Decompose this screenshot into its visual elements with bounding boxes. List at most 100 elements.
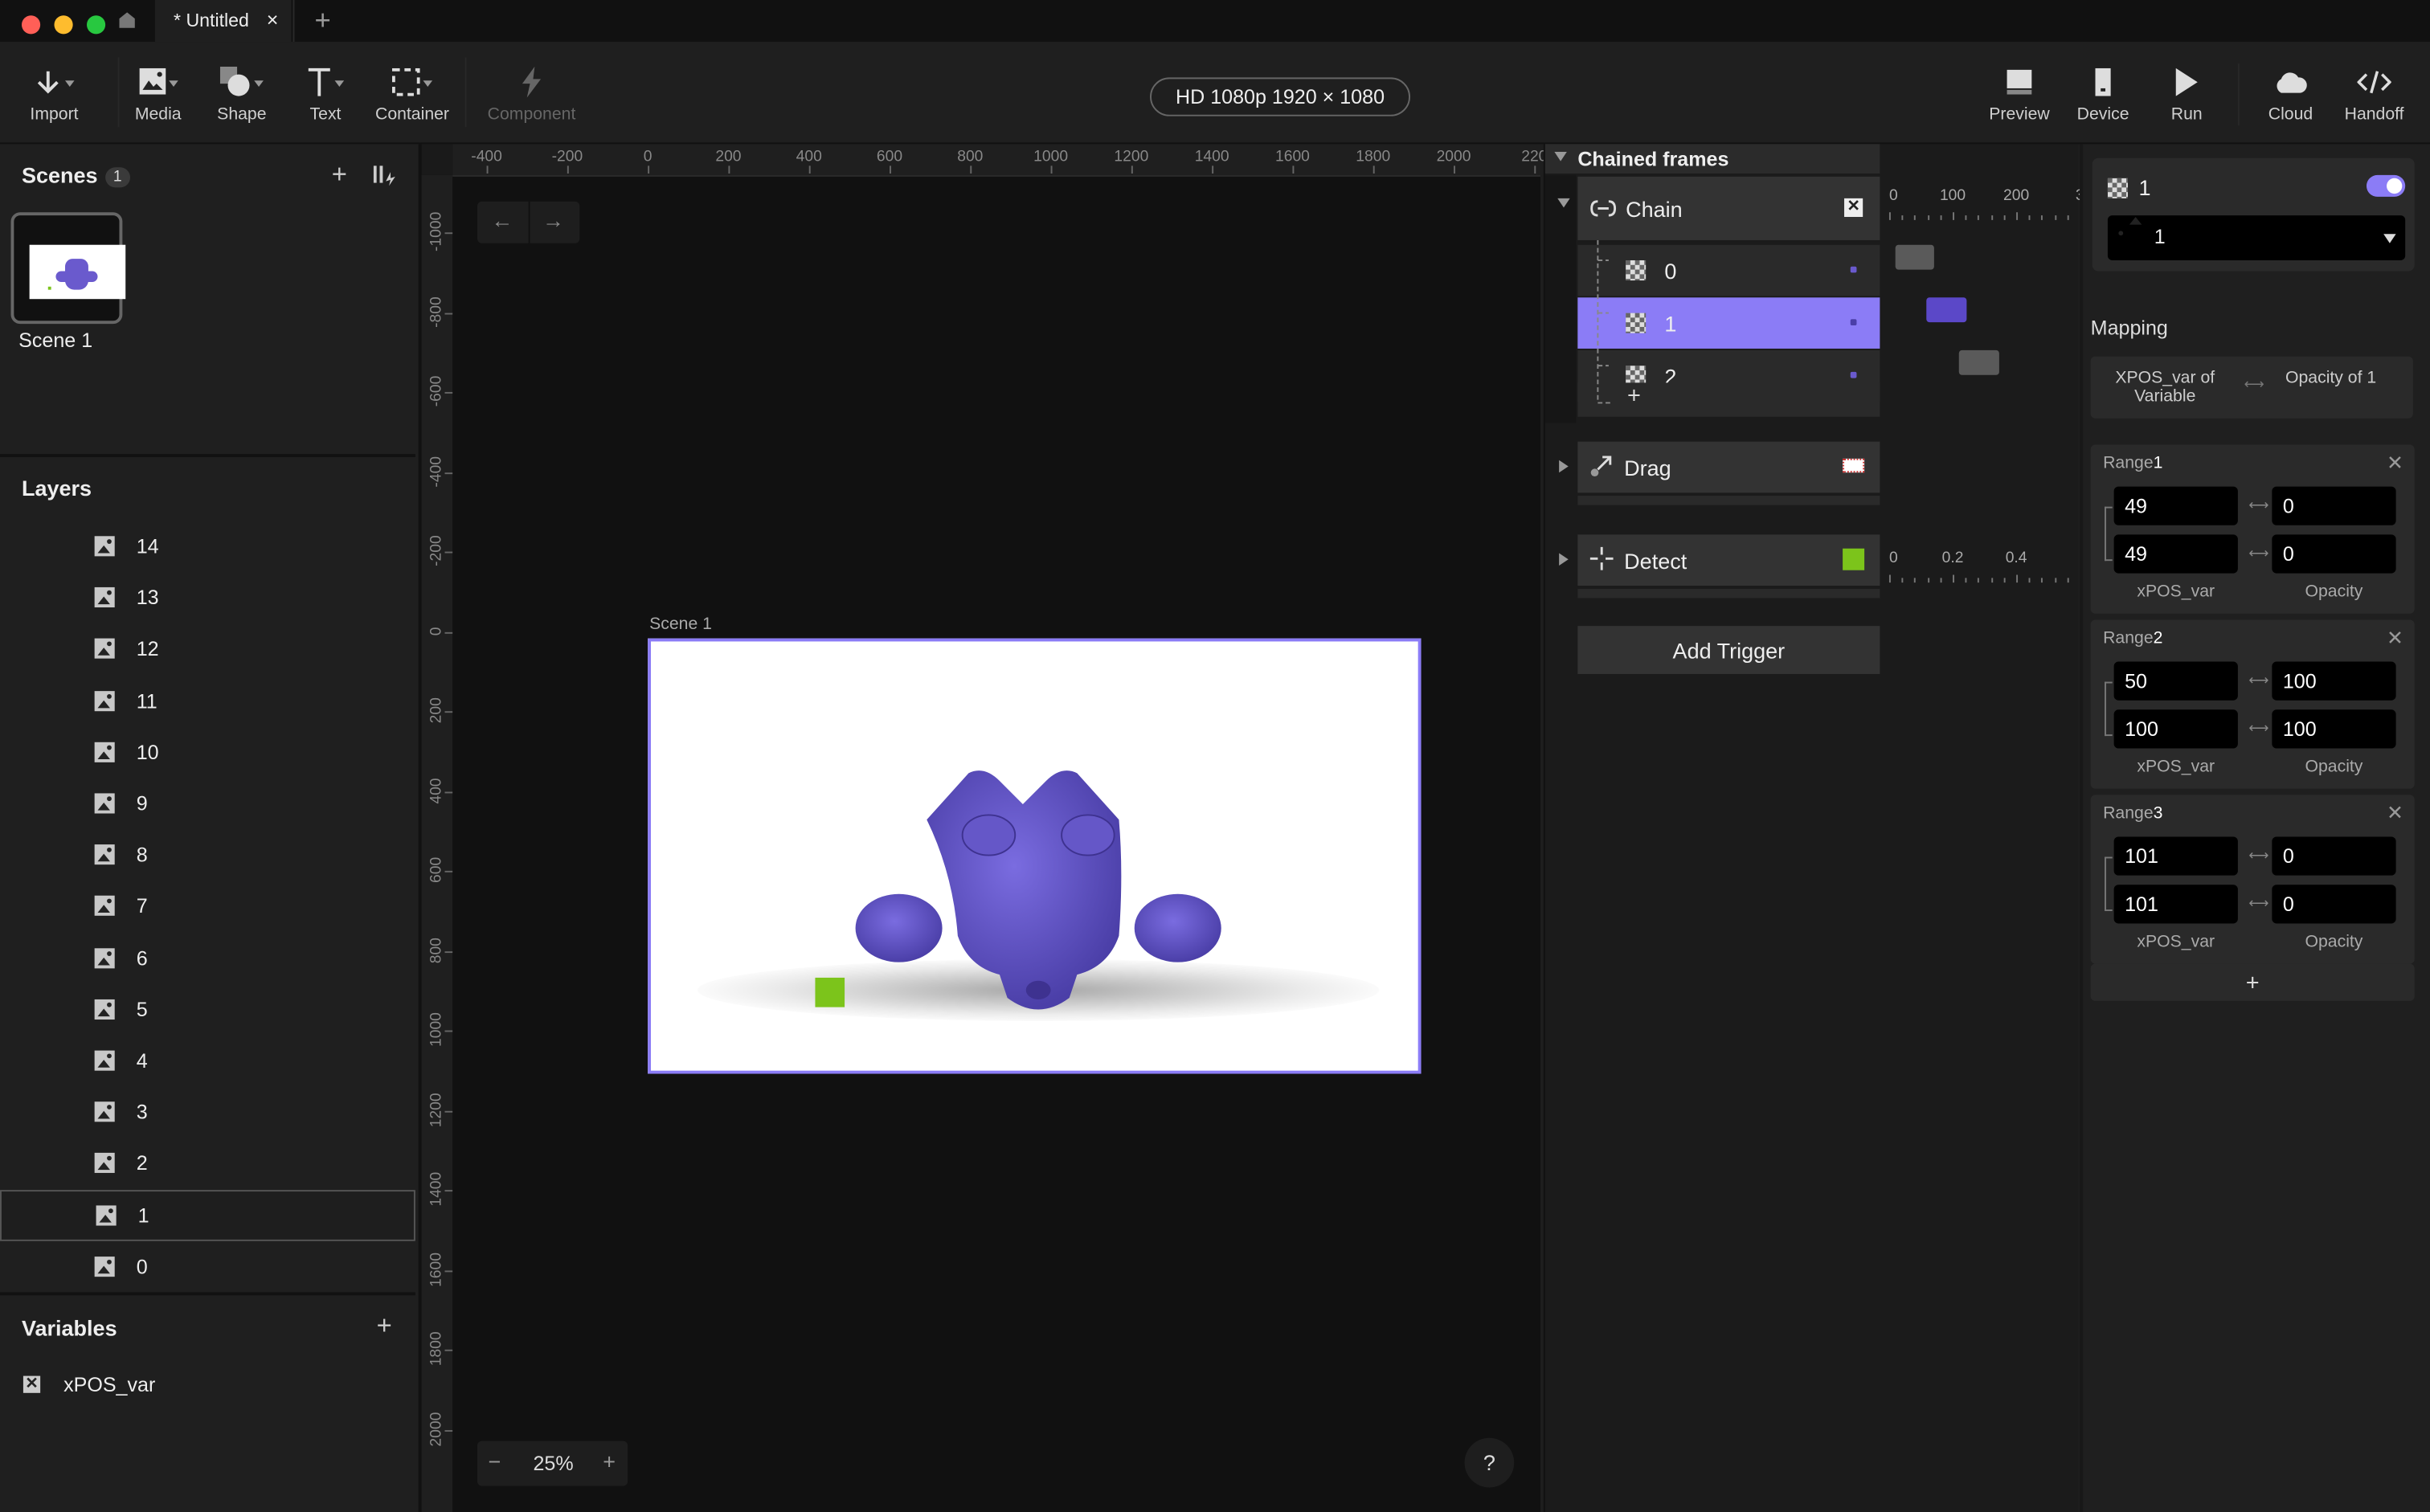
frame-0-timeline-bar[interactable]: [1895, 244, 1934, 270]
range-from-input[interactable]: 49: [2113, 534, 2238, 574]
scene-label[interactable]: Scene 1: [18, 329, 92, 352]
minimize-window-button[interactable]: [54, 15, 73, 35]
resolution-selector[interactable]: HD 1080p 1920 × 1080: [1150, 77, 1411, 116]
import-button[interactable]: Import: [8, 67, 101, 124]
layer-item[interactable]: 10: [0, 726, 415, 778]
range-from-input[interactable]: 101: [2113, 836, 2238, 876]
range-to-input[interactable]: 0: [2272, 836, 2396, 876]
link-icon: ⟷: [2248, 720, 2269, 737]
add-range-button[interactable]: +: [2090, 963, 2415, 1001]
zoom-out-button[interactable]: −: [489, 1449, 501, 1473]
monkey-head-image[interactable]: [853, 766, 1225, 1021]
v-ruler-tick: [444, 631, 453, 633]
layer-name: 8: [136, 843, 148, 867]
layer-item[interactable]: 8: [0, 829, 415, 881]
remove-range-icon[interactable]: ✕: [2387, 801, 2403, 826]
v-ruler-tick-label: 200: [428, 697, 446, 724]
range-to-input[interactable]: 0: [2272, 885, 2396, 924]
layer-item[interactable]: 4: [0, 1035, 415, 1086]
text-button[interactable]: Text: [279, 67, 372, 124]
back-arrow-icon[interactable]: ←: [491, 207, 513, 232]
media-button[interactable]: Media: [112, 67, 205, 124]
component-button[interactable]: Component: [477, 65, 586, 124]
zoom-level[interactable]: 25%: [533, 1452, 573, 1475]
range-from-label: xPOS_var: [2137, 933, 2215, 952]
variable-item[interactable]: ✕ xPOS_var: [0, 1362, 415, 1408]
range-from-input[interactable]: 101: [2113, 885, 2238, 924]
scene-flow-icon[interactable]: [373, 164, 399, 194]
close-window-button[interactable]: [22, 15, 41, 35]
chain-variable-icon[interactable]: ✕: [1844, 198, 1863, 218]
detect-target-square[interactable]: [815, 977, 845, 1007]
h-ruler-tick: [808, 166, 811, 174]
range-from-input[interactable]: 49: [2113, 486, 2238, 525]
chain-trigger[interactable]: Chain ✕: [1577, 176, 1880, 240]
container-button[interactable]: Container: [366, 67, 459, 124]
range-from-input[interactable]: 50: [2113, 661, 2238, 701]
frame-2-timeline-bar[interactable]: [1958, 349, 1999, 375]
h-ruler-tick-label: 1400: [1194, 149, 1229, 166]
frame-1-timeline-bar[interactable]: [1926, 297, 1967, 323]
forward-arrow-icon[interactable]: →: [542, 207, 564, 232]
mapping-title: Mapping: [2090, 316, 2168, 340]
range-to-input[interactable]: 0: [2272, 534, 2396, 574]
layer-item[interactable]: 0: [0, 1240, 415, 1292]
document-tab[interactable]: * Untitled ×: [154, 0, 292, 43]
layer-name: 11: [136, 689, 158, 713]
layer-item[interactable]: 1: [0, 1189, 415, 1241]
layer-select-dropdown[interactable]: 1: [2107, 215, 2406, 261]
range-to-input[interactable]: 100: [2272, 709, 2396, 749]
frame-enabled-toggle[interactable]: [2366, 174, 2406, 197]
help-button[interactable]: ?: [1464, 1437, 1515, 1488]
tab-close-icon[interactable]: ×: [267, 8, 279, 31]
collapse-triangle-icon[interactable]: [1554, 152, 1567, 161]
layer-item[interactable]: 13: [0, 572, 415, 623]
add-trigger-button[interactable]: Add Trigger: [1577, 626, 1880, 674]
detect-expand-icon[interactable]: [1559, 553, 1569, 566]
remove-range-icon[interactable]: ✕: [2387, 626, 2403, 651]
ruler-corner: [421, 144, 453, 175]
preview-button[interactable]: Preview: [1973, 67, 2066, 124]
layer-item[interactable]: 11: [0, 675, 415, 726]
range-to-input[interactable]: 0: [2272, 486, 2396, 525]
h-ruler-tick-label: 1000: [1033, 149, 1069, 166]
detect-target-swatch[interactable]: [1843, 548, 1865, 570]
layer-item[interactable]: 3: [0, 1086, 415, 1138]
chained-frames-header[interactable]: Chained frames: [1544, 144, 1880, 174]
shape-button[interactable]: Shape: [195, 65, 288, 124]
scene-frame[interactable]: [648, 638, 1422, 1074]
add-frame-button[interactable]: +: [1627, 382, 1641, 409]
range-from-input[interactable]: 100: [2113, 709, 2238, 749]
layer-item[interactable]: 12: [0, 623, 415, 675]
drag-expand-icon[interactable]: [1559, 460, 1569, 473]
device-button[interactable]: Device: [2056, 67, 2150, 124]
maximize-window-button[interactable]: [87, 15, 106, 35]
zoom-in-button[interactable]: +: [603, 1449, 616, 1473]
layer-item[interactable]: 6: [0, 932, 415, 983]
timeline-tick: [1901, 578, 1904, 583]
h-ruler-tick-label: 200: [715, 149, 742, 166]
detect-trigger[interactable]: Detect: [1577, 534, 1880, 586]
handoff-button[interactable]: Handoff: [2328, 67, 2421, 124]
scene-thumbnail[interactable]: [10, 212, 126, 325]
run-button[interactable]: Run: [2140, 67, 2233, 124]
layer-item[interactable]: 7: [0, 881, 415, 932]
chain-frame-item[interactable]: 1: [1577, 297, 1880, 349]
drag-trigger[interactable]: Drag: [1577, 441, 1880, 493]
frame-thumb-icon: [1850, 266, 1857, 273]
cloud-button[interactable]: Cloud: [2244, 67, 2338, 124]
range-to-input[interactable]: 100: [2272, 661, 2396, 701]
chain-frame-item[interactable]: 0: [1577, 244, 1880, 296]
layer-item[interactable]: 2: [0, 1138, 415, 1189]
home-icon[interactable]: [118, 10, 137, 28]
remove-range-icon[interactable]: ✕: [2387, 451, 2403, 476]
layer-item[interactable]: 9: [0, 778, 415, 829]
new-tab-button[interactable]: +: [315, 5, 331, 38]
layer-item[interactable]: 14: [0, 521, 415, 572]
image-icon: [94, 639, 115, 660]
chain-collapse-icon[interactable]: [1557, 198, 1570, 208]
drag-target-swatch[interactable]: [1843, 458, 1865, 473]
add-scene-button[interactable]: +: [332, 160, 347, 191]
add-variable-button[interactable]: +: [377, 1311, 392, 1342]
layer-item[interactable]: 5: [0, 983, 415, 1035]
